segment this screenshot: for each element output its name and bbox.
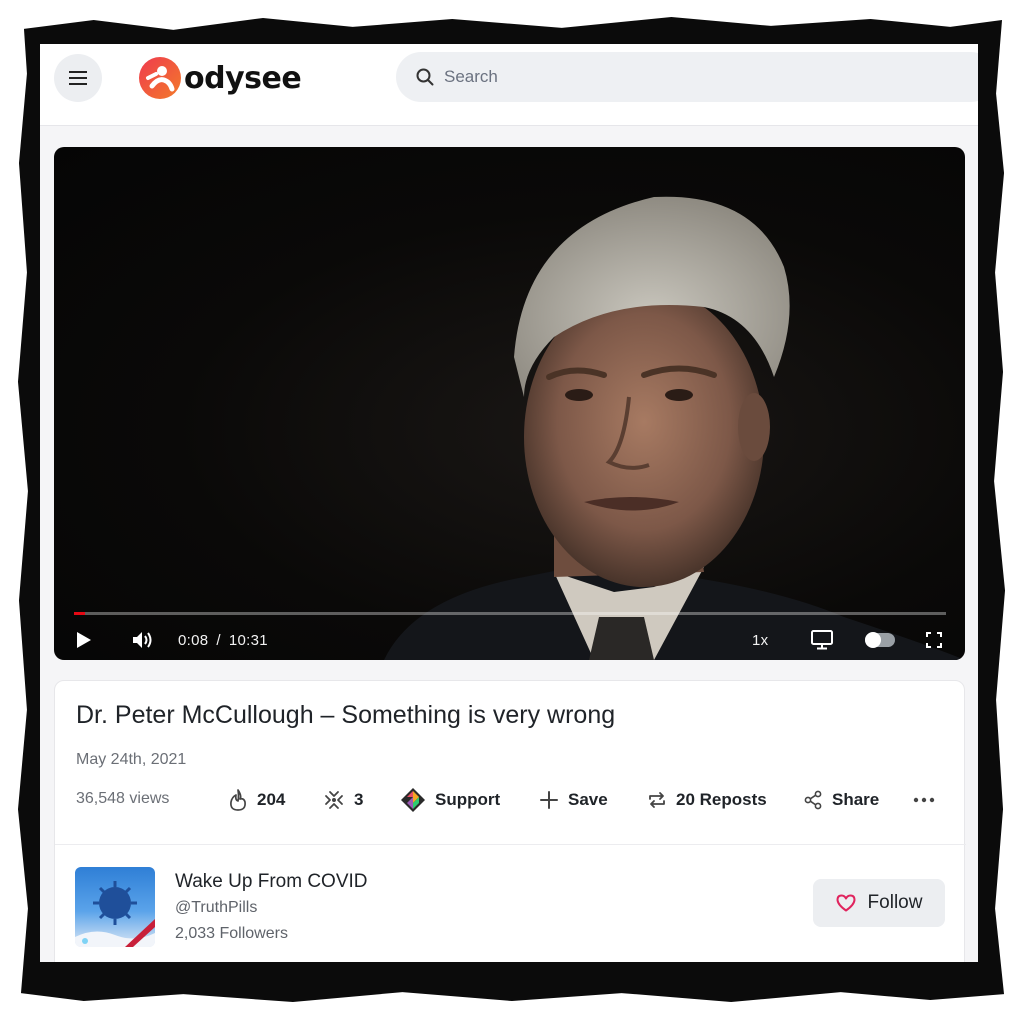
duration: 10:31 — [228, 631, 268, 649]
monitor-icon — [811, 630, 833, 650]
more-options-button[interactable] — [913, 785, 944, 815]
theater-mode-button[interactable] — [811, 625, 833, 655]
hamburger-icon — [69, 71, 87, 85]
fire-button[interactable]: 204 — [228, 785, 285, 815]
menu-button[interactable] — [54, 54, 102, 102]
reposts-label: 20 Reposts — [676, 790, 767, 809]
video-frame-image — [384, 196, 965, 660]
slime-button[interactable]: 3 — [323, 785, 363, 815]
channel-name[interactable]: Wake Up From COVID — [175, 871, 368, 893]
odysee-logo-icon — [139, 57, 181, 99]
search-icon — [416, 68, 434, 86]
virus-avatar-image — [75, 881, 155, 947]
top-header: odysee Search — [40, 44, 978, 126]
volume-icon — [133, 632, 152, 648]
odysee-logo[interactable]: odysee — [138, 56, 302, 100]
autoplay-toggle[interactable] — [864, 625, 896, 655]
follow-label: Follow — [867, 892, 923, 913]
follower-count: 2,033 Followers — [175, 925, 288, 942]
save-button[interactable]: Save — [539, 785, 608, 815]
support-button[interactable]: Support — [400, 785, 500, 815]
volume-button[interactable] — [132, 625, 154, 655]
search-placeholder: Search — [444, 67, 498, 86]
playback-speed-button[interactable]: 1x — [752, 625, 768, 655]
speed-label: 1x — [752, 631, 769, 649]
play-button[interactable] — [76, 625, 92, 655]
save-label: Save — [568, 790, 608, 809]
support-label: Support — [435, 790, 501, 809]
view-count: 36,548 views — [76, 790, 170, 807]
play-icon — [77, 632, 91, 648]
fire-icon — [230, 789, 246, 811]
support-icon — [401, 788, 425, 812]
progress-bar[interactable] — [74, 612, 946, 615]
player-controls: 0:08 / 10:31 1x — [54, 625, 965, 655]
share-button[interactable]: Share — [803, 785, 879, 815]
fullscreen-icon — [926, 632, 942, 648]
repost-button[interactable]: 20 Reposts — [647, 785, 767, 815]
video-player[interactable]: 0:08 / 10:31 1x — [54, 147, 965, 660]
plus-icon — [540, 791, 558, 809]
channel-avatar[interactable] — [75, 867, 155, 947]
slime-count: 3 — [354, 790, 364, 809]
time-separator: / — [216, 631, 221, 649]
time-display: 0:08 / 10:31 — [178, 625, 268, 655]
logo-text: odysee — [184, 60, 302, 96]
repost-icon — [649, 792, 665, 808]
video-info-card: Dr. Peter McCullough – Something is very… — [54, 680, 966, 962]
publish-date: May 24th, 2021 — [76, 751, 187, 768]
share-label: Share — [832, 790, 880, 809]
fullscreen-button[interactable] — [926, 625, 942, 655]
odysee-page: odysee Search 0:08 / 10:31 1x Dr. Peter … — [40, 44, 978, 962]
progress-played — [74, 612, 86, 615]
follow-button[interactable]: Follow — [813, 879, 945, 927]
current-time: 0:08 — [178, 631, 209, 649]
heart-icon — [836, 894, 856, 912]
video-title: Dr. Peter McCullough – Something is very… — [76, 701, 616, 729]
more-icon — [913, 797, 935, 803]
fire-count: 204 — [257, 790, 286, 809]
channel-handle[interactable]: @TruthPills — [175, 899, 257, 917]
search-bar[interactable]: Search — [396, 52, 978, 102]
toggle-icon — [865, 632, 895, 648]
share-icon — [804, 790, 822, 810]
section-divider — [55, 844, 966, 845]
slime-icon — [325, 791, 343, 809]
